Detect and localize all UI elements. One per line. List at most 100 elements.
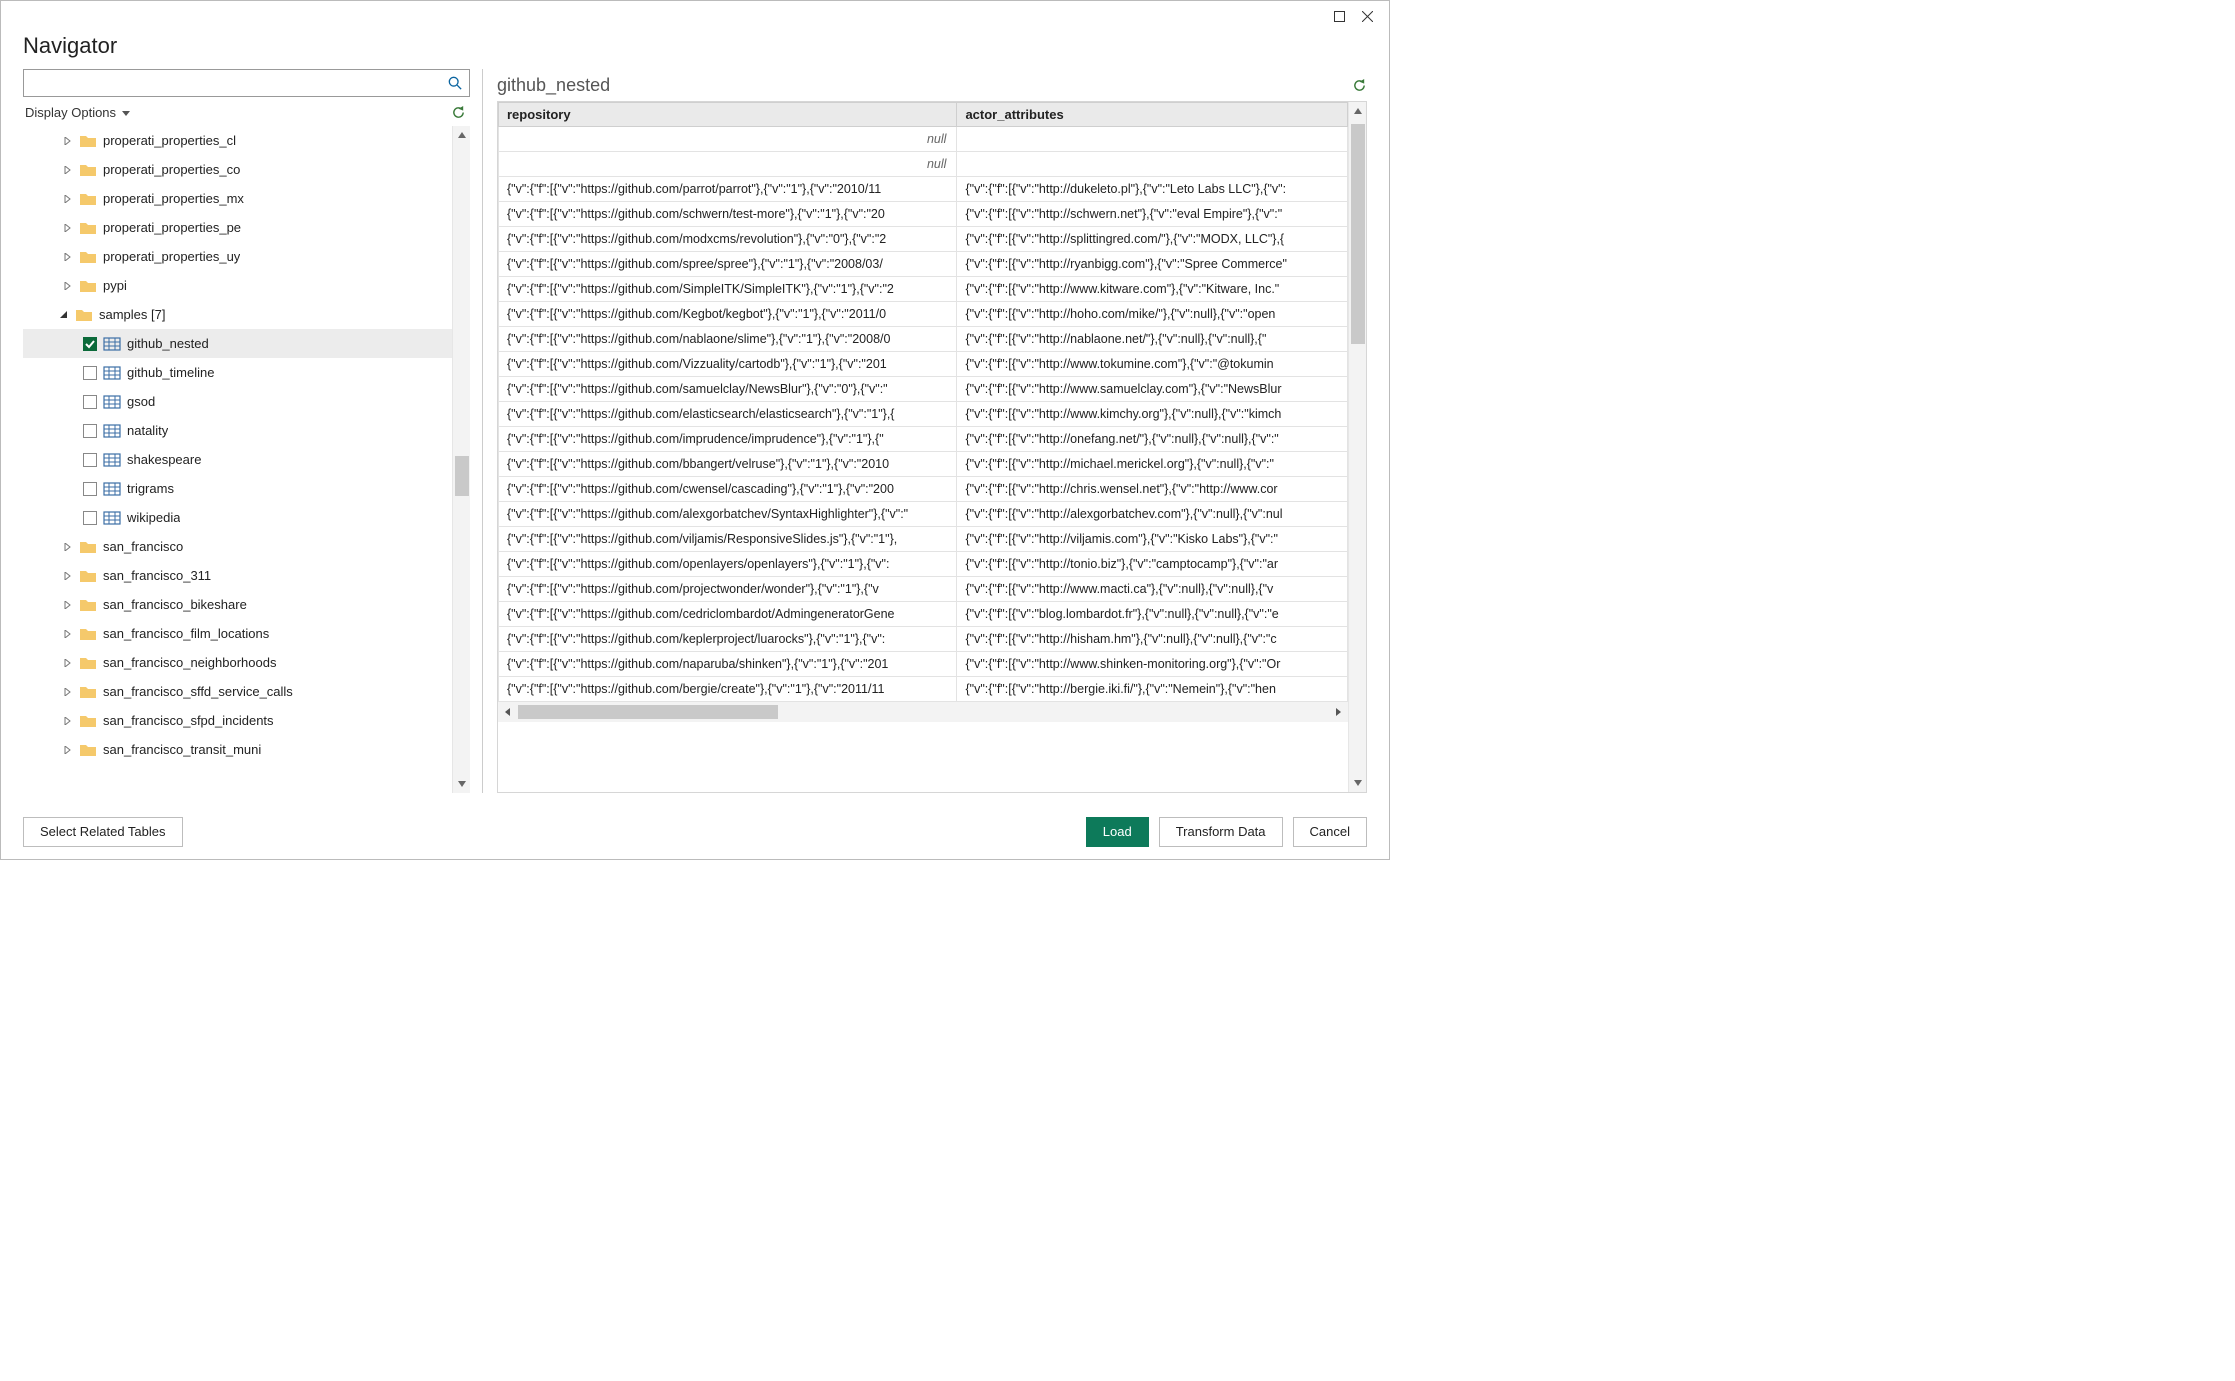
expand-icon[interactable] [63, 195, 75, 203]
search-box[interactable] [23, 69, 470, 97]
tree-scrollbar[interactable] [452, 126, 470, 793]
expand-icon[interactable] [63, 659, 75, 667]
collapse-icon[interactable] [59, 310, 71, 319]
scrollbar-thumb[interactable] [1351, 124, 1365, 344]
table-row[interactable]: {"v":{"f":[{"v":"https://github.com/modx… [499, 227, 1348, 252]
table-row[interactable]: {"v":{"f":[{"v":"https://github.com/berg… [499, 677, 1348, 702]
table-row[interactable]: {"v":{"f":[{"v":"https://github.com/open… [499, 552, 1348, 577]
expand-icon[interactable] [63, 746, 75, 754]
cell-repository[interactable]: {"v":{"f":[{"v":"https://github.com/elas… [499, 402, 957, 427]
cell-actor-attributes[interactable]: {"v":{"f":[{"v":"http://www.macti.ca"},{… [957, 577, 1348, 602]
display-options-dropdown[interactable]: Display Options [25, 105, 130, 120]
tree-table[interactable]: github_nested [23, 329, 452, 358]
scroll-up-icon[interactable] [1349, 102, 1367, 120]
cell-repository[interactable]: {"v":{"f":[{"v":"https://github.com/proj… [499, 577, 957, 602]
cell-actor-attributes[interactable]: {"v":{"f":[{"v":"http://michael.merickel… [957, 452, 1348, 477]
expand-icon[interactable] [63, 601, 75, 609]
select-related-tables-button[interactable]: Select Related Tables [23, 817, 183, 847]
expand-icon[interactable] [63, 137, 75, 145]
cell-repository[interactable]: {"v":{"f":[{"v":"https://github.com/Kegb… [499, 302, 957, 327]
cell-actor-attributes[interactable]: {"v":{"f":[{"v":"http://bergie.iki.fi/"}… [957, 677, 1348, 702]
cancel-button[interactable]: Cancel [1293, 817, 1367, 847]
table-row[interactable]: {"v":{"f":[{"v":"https://github.com/cwen… [499, 477, 1348, 502]
table-row[interactable]: {"v":{"f":[{"v":"https://github.com/parr… [499, 177, 1348, 202]
cell-repository[interactable]: {"v":{"f":[{"v":"https://github.com/nabl… [499, 327, 957, 352]
tree-table[interactable]: gsod [23, 387, 452, 416]
cell-actor-attributes[interactable]: {"v":{"f":[{"v":"http://www.shinken-moni… [957, 652, 1348, 677]
expand-icon[interactable] [63, 688, 75, 696]
tree-folder-samples[interactable]: samples [7] [23, 300, 452, 329]
tree-folder[interactable]: san_francisco_sffd_service_calls [23, 677, 452, 706]
tree-folder[interactable]: san_francisco_311 [23, 561, 452, 590]
table-row[interactable]: {"v":{"f":[{"v":"https://github.com/Vizz… [499, 352, 1348, 377]
table-row[interactable]: {"v":{"f":[{"v":"https://github.com/napa… [499, 652, 1348, 677]
cell-repository[interactable]: {"v":{"f":[{"v":"https://github.com/Simp… [499, 277, 957, 302]
cell-repository[interactable]: {"v":{"f":[{"v":"https://github.com/kepl… [499, 627, 957, 652]
grid-h-scrollbar[interactable] [498, 702, 1348, 722]
cell-repository[interactable]: {"v":{"f":[{"v":"https://github.com/samu… [499, 377, 957, 402]
cell-actor-attributes[interactable]: {"v":{"f":[{"v":"http://www.kimchy.org"}… [957, 402, 1348, 427]
tree-view[interactable]: properati_properties_clproperati_propert… [23, 126, 452, 793]
table-row[interactable]: {"v":{"f":[{"v":"https://github.com/vilj… [499, 527, 1348, 552]
column-header-actor-attributes[interactable]: actor_attributes [957, 103, 1348, 127]
tree-folder[interactable]: san_francisco_sfpd_incidents [23, 706, 452, 735]
cell-actor-attributes[interactable] [957, 152, 1348, 177]
column-header-repository[interactable]: repository [499, 103, 957, 127]
expand-icon[interactable] [63, 572, 75, 580]
checkbox[interactable] [83, 511, 97, 525]
tree-folder[interactable]: san_francisco [23, 532, 452, 561]
scroll-down-icon[interactable] [453, 775, 470, 793]
cell-repository[interactable]: {"v":{"f":[{"v":"https://github.com/berg… [499, 677, 957, 702]
cell-actor-attributes[interactable]: {"v":{"f":[{"v":"http://tonio.biz"},{"v"… [957, 552, 1348, 577]
tree-table[interactable]: wikipedia [23, 503, 452, 532]
table-row[interactable]: {"v":{"f":[{"v":"https://github.com/Simp… [499, 277, 1348, 302]
cell-actor-attributes[interactable]: {"v":{"f":[{"v":"blog.lombardot.fr"},{"v… [957, 602, 1348, 627]
table-row[interactable]: {"v":{"f":[{"v":"https://github.com/impr… [499, 427, 1348, 452]
tree-table[interactable]: shakespeare [23, 445, 452, 474]
table-row[interactable]: {"v":{"f":[{"v":"https://github.com/bban… [499, 452, 1348, 477]
refresh-icon[interactable] [451, 105, 466, 120]
search-icon[interactable] [445, 73, 465, 93]
cell-actor-attributes[interactable]: {"v":{"f":[{"v":"http://www.kitware.com"… [957, 277, 1348, 302]
table-row[interactable]: null [499, 127, 1348, 152]
cell-actor-attributes[interactable]: {"v":{"f":[{"v":"http://www.tokumine.com… [957, 352, 1348, 377]
cell-repository[interactable]: {"v":{"f":[{"v":"https://github.com/napa… [499, 652, 957, 677]
expand-icon[interactable] [63, 224, 75, 232]
table-row[interactable]: {"v":{"f":[{"v":"https://github.com/Kegb… [499, 302, 1348, 327]
cell-repository[interactable]: {"v":{"f":[{"v":"https://github.com/parr… [499, 177, 957, 202]
expand-icon[interactable] [63, 166, 75, 174]
tree-folder[interactable]: properati_properties_cl [23, 126, 452, 155]
tree-folder[interactable]: san_francisco_bikeshare [23, 590, 452, 619]
transform-data-button[interactable]: Transform Data [1159, 817, 1283, 847]
table-row[interactable]: null [499, 152, 1348, 177]
cell-actor-attributes[interactable]: {"v":{"f":[{"v":"http://dukeleto.pl"},{"… [957, 177, 1348, 202]
tree-table[interactable]: natality [23, 416, 452, 445]
expand-icon[interactable] [63, 630, 75, 638]
tree-folder[interactable]: san_francisco_neighborhoods [23, 648, 452, 677]
tree-folder[interactable]: properati_properties_pe [23, 213, 452, 242]
tree-folder[interactable]: properati_properties_co [23, 155, 452, 184]
cell-actor-attributes[interactable]: {"v":{"f":[{"v":"http://www.samuelclay.c… [957, 377, 1348, 402]
grid-v-scrollbar[interactable] [1348, 102, 1366, 792]
expand-icon[interactable] [63, 253, 75, 261]
scrollbar-thumb[interactable] [455, 456, 469, 496]
table-row[interactable]: {"v":{"f":[{"v":"https://github.com/alex… [499, 502, 1348, 527]
cell-actor-attributes[interactable] [957, 127, 1348, 152]
tree-table[interactable]: trigrams [23, 474, 452, 503]
tree-folder[interactable]: properati_properties_mx [23, 184, 452, 213]
cell-actor-attributes[interactable]: {"v":{"f":[{"v":"http://splittingred.com… [957, 227, 1348, 252]
scroll-right-icon[interactable] [1328, 702, 1348, 722]
maximize-icon[interactable] [1325, 5, 1353, 27]
checkbox[interactable] [83, 366, 97, 380]
scroll-down-icon[interactable] [1349, 774, 1367, 792]
cell-repository[interactable]: {"v":{"f":[{"v":"https://github.com/alex… [499, 502, 957, 527]
cell-actor-attributes[interactable]: {"v":{"f":[{"v":"http://onefang.net/"},{… [957, 427, 1348, 452]
checkbox[interactable] [83, 453, 97, 467]
tree-folder[interactable]: pypi [23, 271, 452, 300]
cell-repository[interactable]: {"v":{"f":[{"v":"https://github.com/schw… [499, 202, 957, 227]
cell-repository[interactable]: {"v":{"f":[{"v":"https://github.com/impr… [499, 427, 957, 452]
table-row[interactable]: {"v":{"f":[{"v":"https://github.com/spre… [499, 252, 1348, 277]
table-row[interactable]: {"v":{"f":[{"v":"https://github.com/elas… [499, 402, 1348, 427]
tree-folder[interactable]: properati_properties_uy [23, 242, 452, 271]
cell-actor-attributes[interactable]: {"v":{"f":[{"v":"http://chris.wensel.net… [957, 477, 1348, 502]
